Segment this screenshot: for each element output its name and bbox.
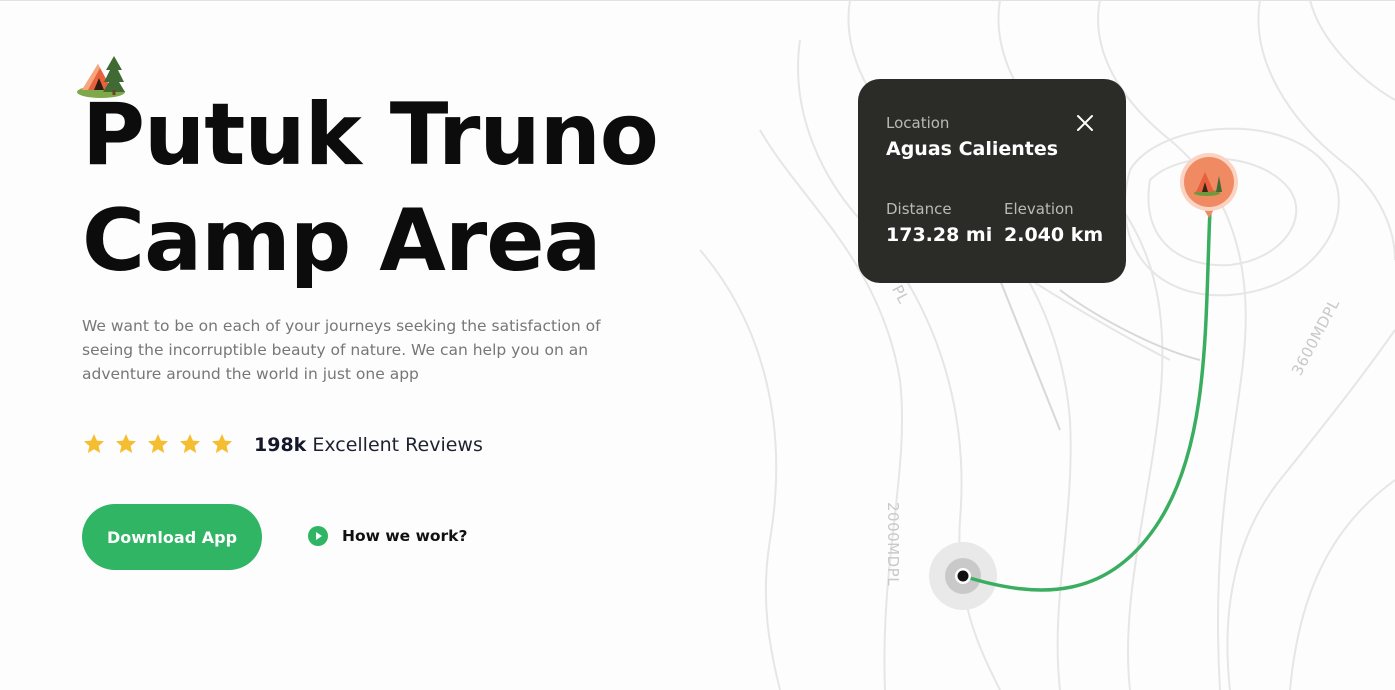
download-app-button[interactable]: Download App xyxy=(82,504,262,570)
page-title: Putuk Truno Camp Area xyxy=(82,82,722,294)
how-we-work-link[interactable]: How we work? xyxy=(308,526,467,546)
hero-description: We want to be on each of your journeys s… xyxy=(82,317,601,383)
location-info-card: Location Aguas Calientes Distance 173.28… xyxy=(858,79,1126,283)
destination-pin[interactable] xyxy=(1180,153,1238,218)
how-we-work-label: How we work? xyxy=(342,527,468,545)
location-value: Aguas Calientes xyxy=(886,138,1059,160)
contour-lines-dark xyxy=(999,279,1201,431)
location-label: Location xyxy=(886,114,950,132)
reviews-label: Excellent Reviews xyxy=(312,434,483,456)
elevation-label: Elevation xyxy=(1004,200,1074,218)
star-icon xyxy=(84,434,104,453)
contour-label-2000: 2000MDPL xyxy=(884,502,902,587)
title-line-2: Camp Area xyxy=(82,191,602,291)
reviews-count: 198k xyxy=(254,434,307,456)
start-point-dot[interactable] xyxy=(957,570,969,582)
title-line-1: Putuk Truno xyxy=(82,85,659,185)
close-icon[interactable] xyxy=(1074,112,1096,134)
reviews-summary: 198k Excellent Reviews xyxy=(254,432,483,458)
star-icon xyxy=(148,434,168,453)
distance-label: Distance xyxy=(886,200,952,218)
star-icon xyxy=(212,434,232,453)
star-icon xyxy=(180,434,200,453)
star-icon xyxy=(116,434,136,453)
elevation-value: 2.040 km xyxy=(1004,224,1104,246)
rating-stars xyxy=(82,432,234,456)
play-icon xyxy=(308,526,328,546)
distance-value: 173.28 mi xyxy=(886,224,993,246)
